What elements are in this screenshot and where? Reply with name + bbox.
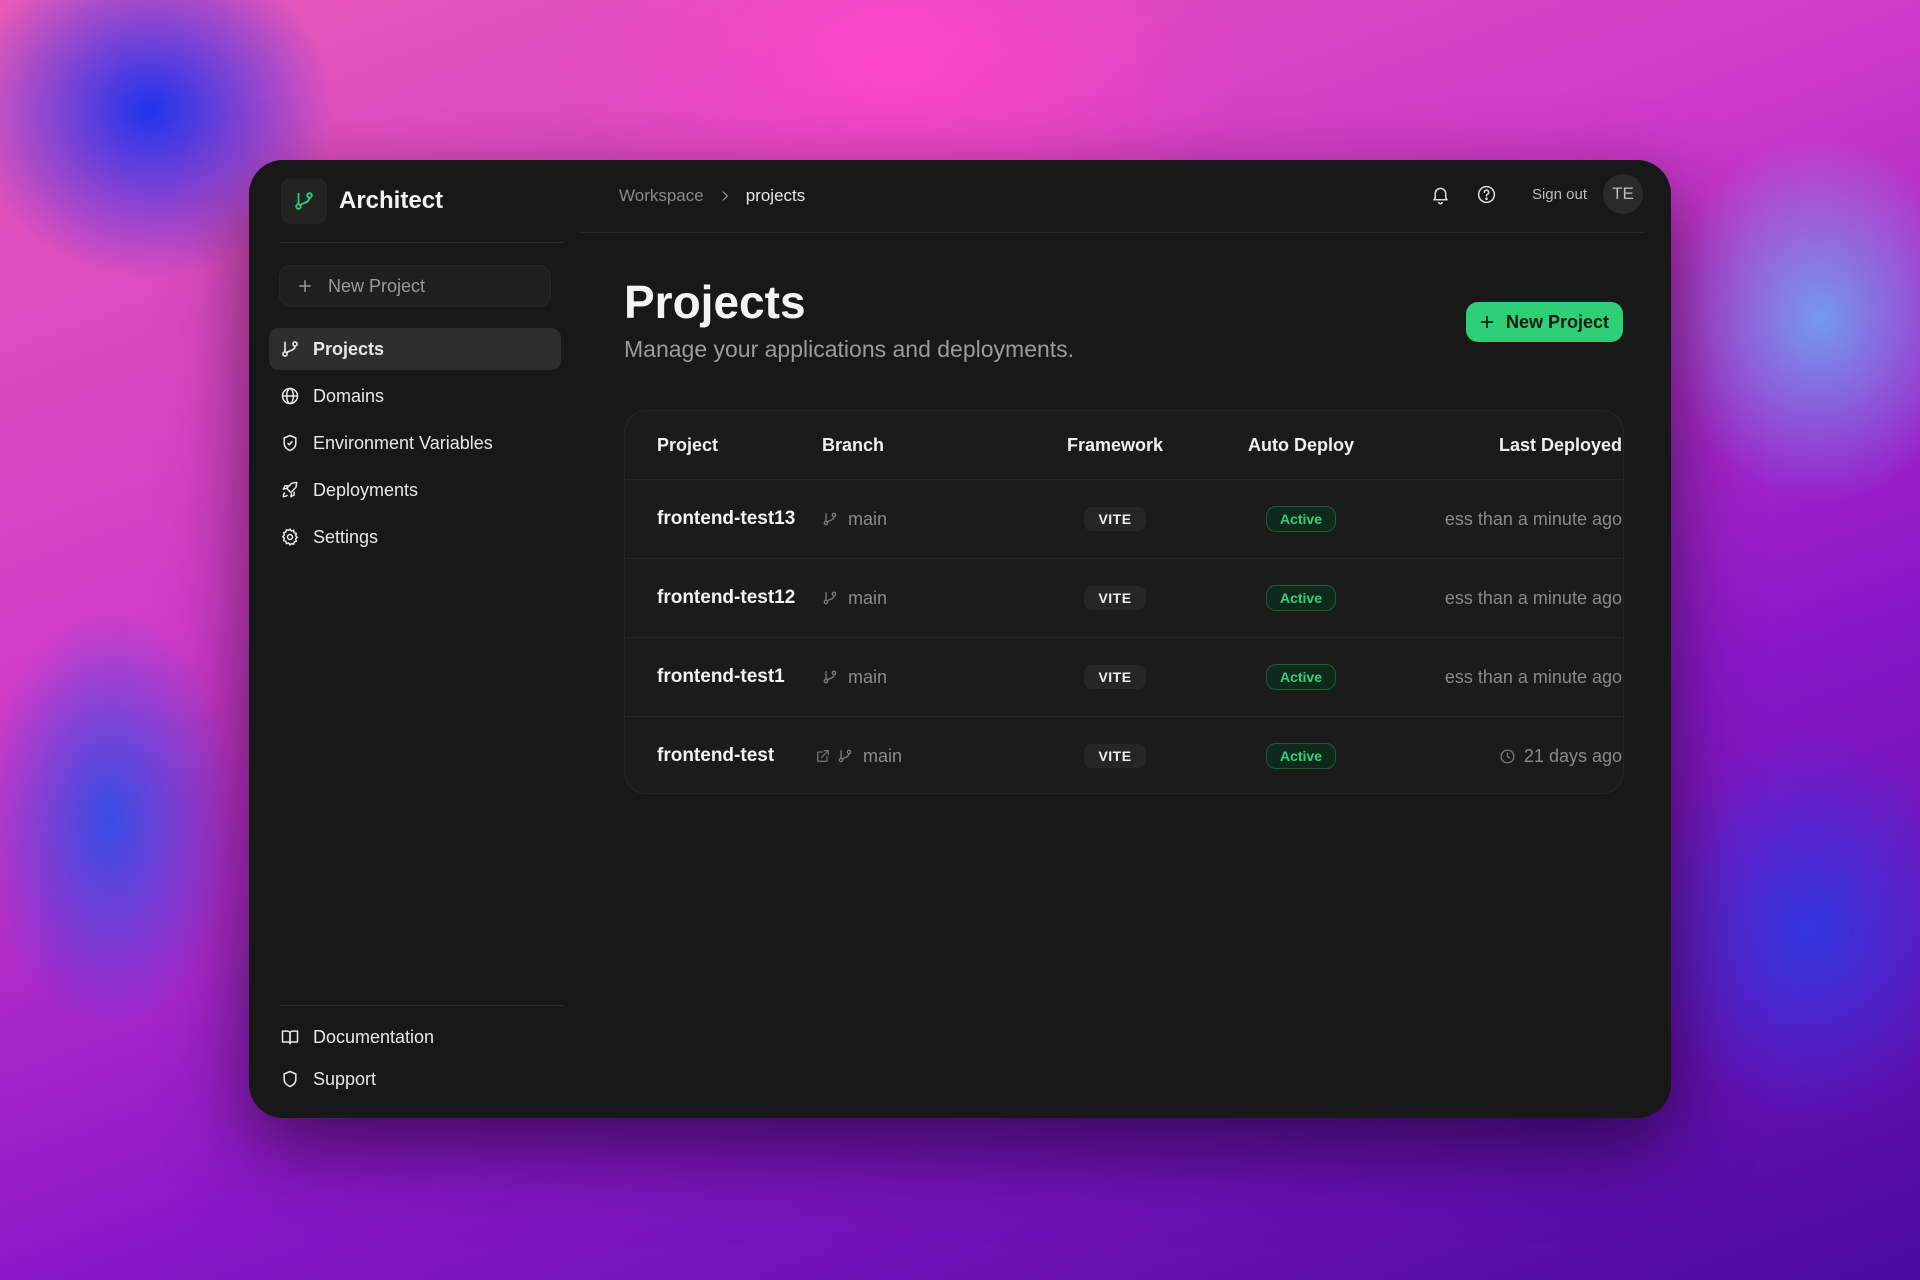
bell-icon[interactable] <box>1424 177 1458 211</box>
topbar-actions: Sign out TE <box>1412 174 1643 214</box>
git-branch-icon <box>822 511 838 527</box>
column-header-branch: Branch <box>822 434 885 455</box>
framework-badge: VITE <box>1084 744 1146 768</box>
table-header: Project Branch Framework Auto Deploy Las… <box>625 411 1623 480</box>
page-subtitle: Manage your applications and deployments… <box>624 336 1075 362</box>
project-name[interactable]: frontend-test13 <box>657 508 795 530</box>
breadcrumb-current: projects <box>745 186 806 205</box>
column-header-last-deployed: Last Deployed <box>1498 434 1622 455</box>
branch-cell: main <box>822 667 887 688</box>
clock-icon <box>1499 748 1516 765</box>
sidebar-item-label: Domains <box>313 385 385 406</box>
sidebar-item-label: Environment Variables <box>313 432 493 453</box>
page-title: Projects <box>624 276 806 328</box>
git-branch-icon <box>822 590 838 606</box>
branch-cell: main <box>822 509 887 530</box>
topbar: Workspace projects Sign out TE <box>581 160 1643 233</box>
sidebar-item-environment-variables[interactable]: Environment Variables <box>269 422 561 464</box>
new-project-button[interactable]: New Project <box>1465 302 1623 342</box>
table-row[interactable]: frontend-test12 main VITE Active ess tha… <box>625 559 1623 638</box>
sidebar-item-label: Support <box>313 1068 377 1089</box>
branch-name: main <box>848 508 888 529</box>
sign-out-button[interactable]: Sign out <box>1532 186 1587 203</box>
help-icon[interactable] <box>1470 177 1504 211</box>
sidebar-new-project-button[interactable]: New Project <box>279 265 551 307</box>
sidebar-item-documentation[interactable]: Documentation <box>269 1017 561 1057</box>
column-header-framework: Framework <box>1066 434 1164 455</box>
column-header-project: Project <box>657 434 719 455</box>
external-link-icon[interactable] <box>815 748 831 764</box>
breadcrumb-workspace[interactable]: Workspace <box>619 186 704 206</box>
git-branch-logo-icon <box>281 178 327 224</box>
sidebar-item-projects[interactable]: Projects <box>269 328 561 370</box>
sidebar-item-deployments[interactable]: Deployments <box>269 469 561 511</box>
table-row[interactable]: frontend-test1 main VITE Active ess than… <box>625 638 1623 717</box>
branch-cell: main <box>797 746 902 767</box>
chevron-right-icon <box>718 189 732 203</box>
table-row[interactable]: frontend-test13 main VITE Active ess tha… <box>625 480 1623 559</box>
column-header-auto-deploy: Auto Deploy <box>1248 434 1354 455</box>
last-deployed: ess than a minute ago <box>1444 587 1622 608</box>
sidebar-item-domains[interactable]: Domains <box>269 375 561 417</box>
last-deployed: ess than a minute ago <box>1444 666 1622 687</box>
project-name[interactable]: frontend-test12 <box>657 587 795 609</box>
status-badge: Active <box>1265 664 1337 690</box>
project-name[interactable]: frontend-test <box>657 745 774 767</box>
sidebar-item-settings[interactable]: Settings <box>269 516 561 558</box>
branch-name: main <box>848 666 888 687</box>
last-deployed: 21 days ago <box>1523 745 1622 766</box>
sidebar-item-label: Documentation <box>313 1026 435 1047</box>
table-row[interactable]: frontend-test main VITE Active 21 days a… <box>625 717 1623 793</box>
brand[interactable]: Architect <box>281 178 443 224</box>
plus-icon <box>1478 313 1496 331</box>
shield-check-icon <box>279 432 301 454</box>
status-badge: Active <box>1265 506 1337 532</box>
rocket-icon <box>279 479 301 501</box>
project-name[interactable]: frontend-test1 <box>657 666 785 688</box>
avatar[interactable]: TE <box>1603 174 1643 214</box>
branch-name: main <box>848 587 888 608</box>
projects-table: Project Branch Framework Auto Deploy Las… <box>624 410 1624 794</box>
main-content: Workspace projects Sign out TE Projects … <box>573 160 1671 1118</box>
sidebar-new-project-label: New Project <box>328 275 426 296</box>
app-name: Architect <box>339 187 444 214</box>
framework-badge: VITE <box>1084 507 1146 531</box>
sidebar-item-label: Settings <box>313 526 379 547</box>
status-badge: Active <box>1265 743 1337 769</box>
shield-icon <box>279 1068 301 1090</box>
book-icon <box>279 1026 301 1048</box>
branch-name: main <box>863 745 903 766</box>
divider <box>279 1005 563 1006</box>
framework-badge: VITE <box>1084 586 1146 610</box>
sidebar-item-label: Deployments <box>313 479 419 500</box>
last-deployed: ess than a minute ago <box>1444 508 1622 529</box>
git-branch-icon <box>837 748 853 764</box>
sidebar-item-support[interactable]: Support <box>269 1059 561 1099</box>
plus-icon <box>296 277 314 295</box>
gear-icon <box>279 526 301 548</box>
globe-icon <box>279 385 301 407</box>
breadcrumb: Workspace projects <box>619 186 805 206</box>
framework-badge: VITE <box>1084 665 1146 689</box>
sidebar-footer-nav: Documentation Support <box>269 1017 561 1101</box>
divider <box>279 242 563 243</box>
sidebar-nav: Projects Domains Environment Variables D… <box>269 328 561 563</box>
new-project-label: New Project <box>1505 311 1609 332</box>
status-badge: Active <box>1265 585 1337 611</box>
sidebar: Architect New Project Projects Domains E… <box>249 160 573 1118</box>
git-branch-icon <box>822 669 838 685</box>
git-branch-icon <box>279 338 301 360</box>
branch-cell: main <box>822 588 887 609</box>
sidebar-item-label: Projects <box>313 338 385 359</box>
app-window: Architect New Project Projects Domains E… <box>249 160 1671 1118</box>
